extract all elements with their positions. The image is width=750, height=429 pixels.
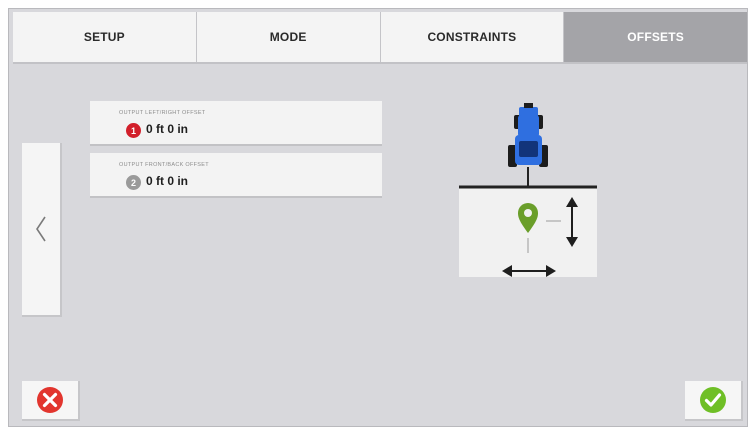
tractor-icon xyxy=(508,103,548,167)
step-badge-1: 1 xyxy=(126,123,141,138)
left-right-offset-label: OUTPUT LEFT/RIGHT OFFSET xyxy=(119,110,206,116)
tab-constraints[interactable]: CONSTRAINTS xyxy=(380,12,565,62)
step-badge-2: 2 xyxy=(126,175,141,190)
offset-diagram xyxy=(459,103,597,277)
tab-bar: SETUP MODE CONSTRAINTS OFFSETS xyxy=(13,12,747,64)
chevron-left-icon xyxy=(36,216,46,242)
front-back-offset-value: 0 ft 0 in xyxy=(146,174,189,188)
cancel-button[interactable] xyxy=(22,381,80,421)
left-right-offset-value: 0 ft 0 in xyxy=(146,122,189,136)
tab-offsets[interactable]: OFFSETS xyxy=(564,12,747,62)
left-right-offset-field[interactable]: OUTPUT LEFT/RIGHT OFFSET 1 0 ft 0 in xyxy=(90,101,382,146)
confirm-button[interactable] xyxy=(685,381,743,421)
confirm-check-icon xyxy=(700,387,726,413)
tab-mode[interactable]: MODE xyxy=(196,12,381,62)
back-button[interactable] xyxy=(22,143,62,317)
offsets-screen: SETUP MODE CONSTRAINTS OFFSETS OUTPUT LE… xyxy=(8,8,748,427)
cancel-x-icon xyxy=(37,387,63,413)
front-back-offset-field[interactable]: OUTPUT FRONT/BACK OFFSET 2 0 ft 0 in xyxy=(90,153,382,198)
tab-setup[interactable]: SETUP xyxy=(13,12,197,62)
front-back-offset-label: OUTPUT FRONT/BACK OFFSET xyxy=(119,162,209,168)
